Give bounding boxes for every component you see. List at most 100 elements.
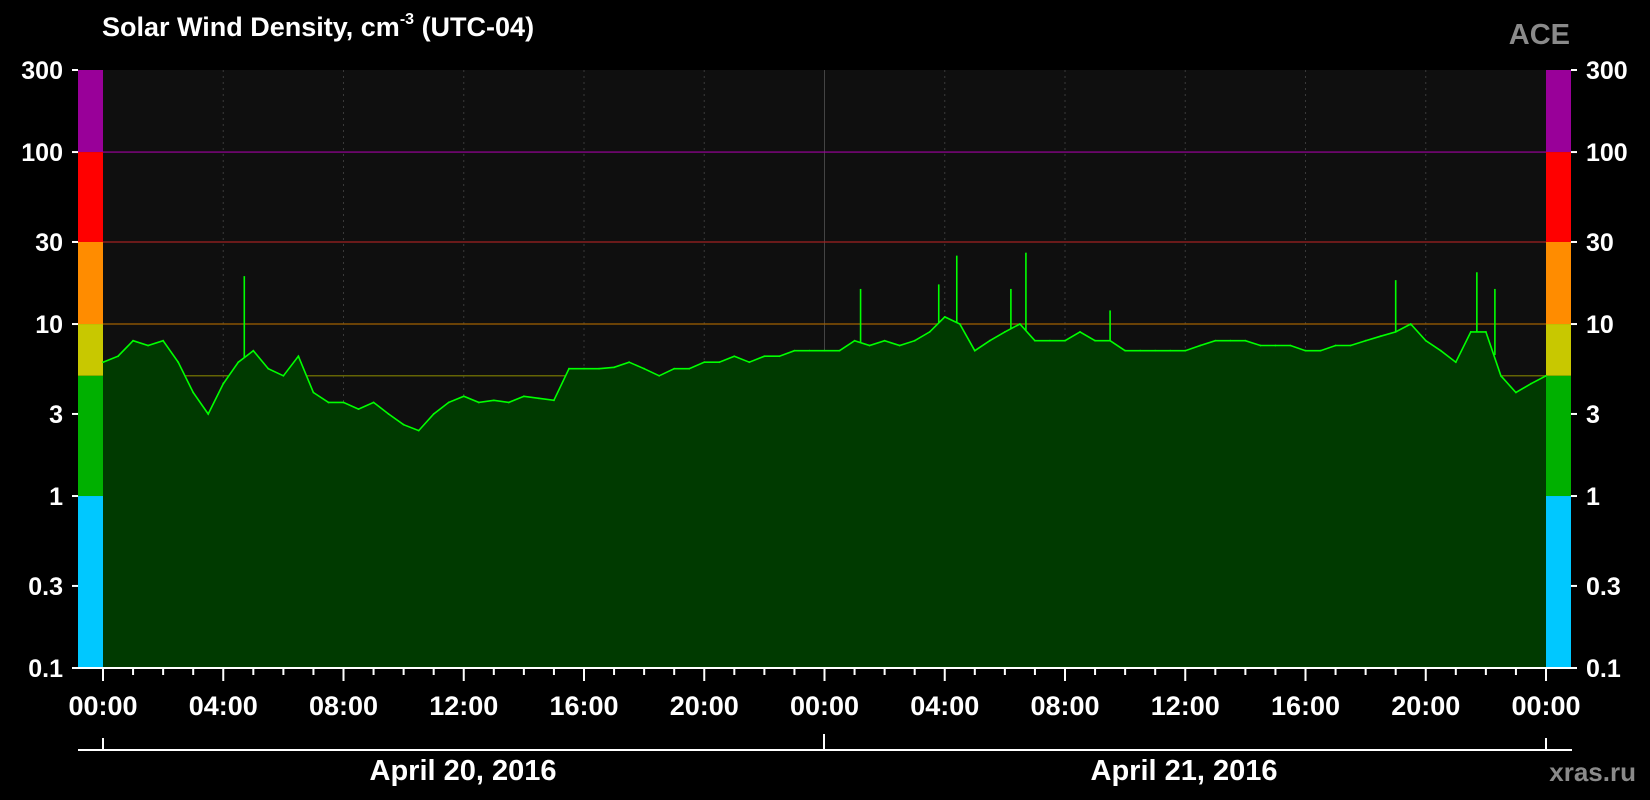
data-point (1079, 331, 1081, 333)
data-point (357, 408, 360, 411)
data-point (372, 401, 375, 404)
data-point (387, 413, 390, 415)
data-point (1349, 344, 1352, 347)
data-point (1169, 349, 1172, 352)
data-point (1064, 339, 1066, 342)
color-band-right (1546, 152, 1571, 242)
y-tick-label-right: 100 (1586, 139, 1628, 167)
data-point (1124, 349, 1127, 352)
color-band-left (78, 496, 103, 668)
data-point (763, 355, 766, 358)
x-tick-label: 20:00 (670, 691, 739, 721)
data-point (628, 361, 630, 364)
data-point (703, 361, 706, 364)
color-band-left (78, 375, 103, 497)
data-point (1289, 344, 1292, 347)
data-point (1409, 323, 1412, 325)
data-point (1049, 339, 1051, 342)
data-point (1530, 382, 1532, 385)
x-tick-label: 16:00 (1271, 691, 1340, 721)
data-point (297, 355, 300, 358)
data-point (538, 397, 540, 400)
chart-title-superscript: -3 (400, 11, 414, 28)
data-point (868, 344, 871, 347)
x-tick-label: 08:00 (309, 691, 378, 721)
data-point (973, 349, 976, 352)
x-tick-label: 04:00 (189, 691, 258, 721)
x-tick-label: 12:00 (429, 691, 498, 721)
data-point (102, 361, 104, 364)
data-point (132, 339, 134, 342)
data-point (793, 349, 796, 352)
data-point (568, 367, 570, 370)
data-point (267, 367, 270, 370)
data-point (718, 361, 721, 364)
chart-title-text: Solar Wind Density, cm (102, 12, 400, 42)
data-point (1214, 339, 1217, 342)
data-point (898, 344, 901, 347)
y-tick-label-right: 300 (1586, 57, 1628, 85)
data-point (598, 367, 600, 370)
y-tick-label-left: 0.1 (28, 655, 63, 683)
data-point (853, 339, 856, 342)
x-tick-label: 08:00 (1030, 691, 1099, 721)
x-tick-label: 12:00 (1151, 691, 1220, 721)
data-point (1034, 339, 1036, 342)
color-scale-left (78, 70, 103, 668)
color-band-right (1546, 496, 1571, 668)
data-point (462, 395, 465, 398)
data-point (1094, 339, 1096, 342)
y-tick-label-right: 3 (1586, 401, 1600, 429)
data-point (1184, 349, 1187, 352)
data-point (1244, 339, 1247, 342)
data-point (823, 349, 826, 352)
data-point (658, 374, 661, 377)
data-point (1229, 339, 1232, 342)
data-point (838, 349, 841, 352)
color-scale-right (1546, 70, 1571, 668)
data-point (1364, 339, 1367, 342)
x-tick-label: 00:00 (68, 691, 137, 721)
data-point (1379, 335, 1382, 338)
solar-wind-density-chart: Solar Wind Density, cm-3 (UTC-04) ACE xr… (0, 0, 1650, 800)
date-label-april-20: April 20, 2016 (370, 755, 557, 787)
data-point (688, 367, 691, 370)
data-point (507, 401, 510, 404)
data-point (1515, 391, 1517, 394)
data-point (402, 423, 405, 426)
data-point (252, 349, 255, 352)
data-point (342, 401, 345, 404)
source-label: ACE (1509, 19, 1570, 51)
color-band-right (1546, 70, 1571, 153)
data-point (613, 366, 615, 369)
data-point (778, 355, 781, 358)
data-point (643, 367, 646, 370)
data-point (432, 413, 435, 415)
data-point (913, 339, 916, 342)
data-point (312, 391, 315, 394)
data-point (1259, 344, 1262, 347)
x-tick-label: 00:00 (790, 691, 859, 721)
x-tick-label: 00:00 (1511, 691, 1580, 721)
data-point (1019, 323, 1021, 325)
data-point (733, 355, 736, 358)
y-tick-label-left: 0.3 (28, 573, 63, 601)
data-point (1424, 339, 1427, 342)
color-band-left (78, 70, 103, 153)
data-point (192, 391, 195, 394)
data-point (1319, 349, 1322, 352)
data-point (477, 401, 480, 404)
data-point (958, 323, 961, 325)
data-point (1454, 361, 1457, 364)
y-tick-label-right: 0.1 (1586, 655, 1621, 683)
watermark: xras.ru (1549, 757, 1636, 787)
chart-title-suffix: (UTC-04) (414, 12, 534, 42)
data-point (808, 349, 811, 352)
data-point (222, 382, 225, 385)
data-point (492, 399, 495, 402)
y-tick-label-left: 300 (21, 57, 63, 85)
y-tick-label-right: 10 (1586, 311, 1614, 339)
y-tick-label-left: 3 (49, 401, 63, 429)
data-point (1545, 374, 1547, 377)
data-point (1334, 344, 1337, 347)
